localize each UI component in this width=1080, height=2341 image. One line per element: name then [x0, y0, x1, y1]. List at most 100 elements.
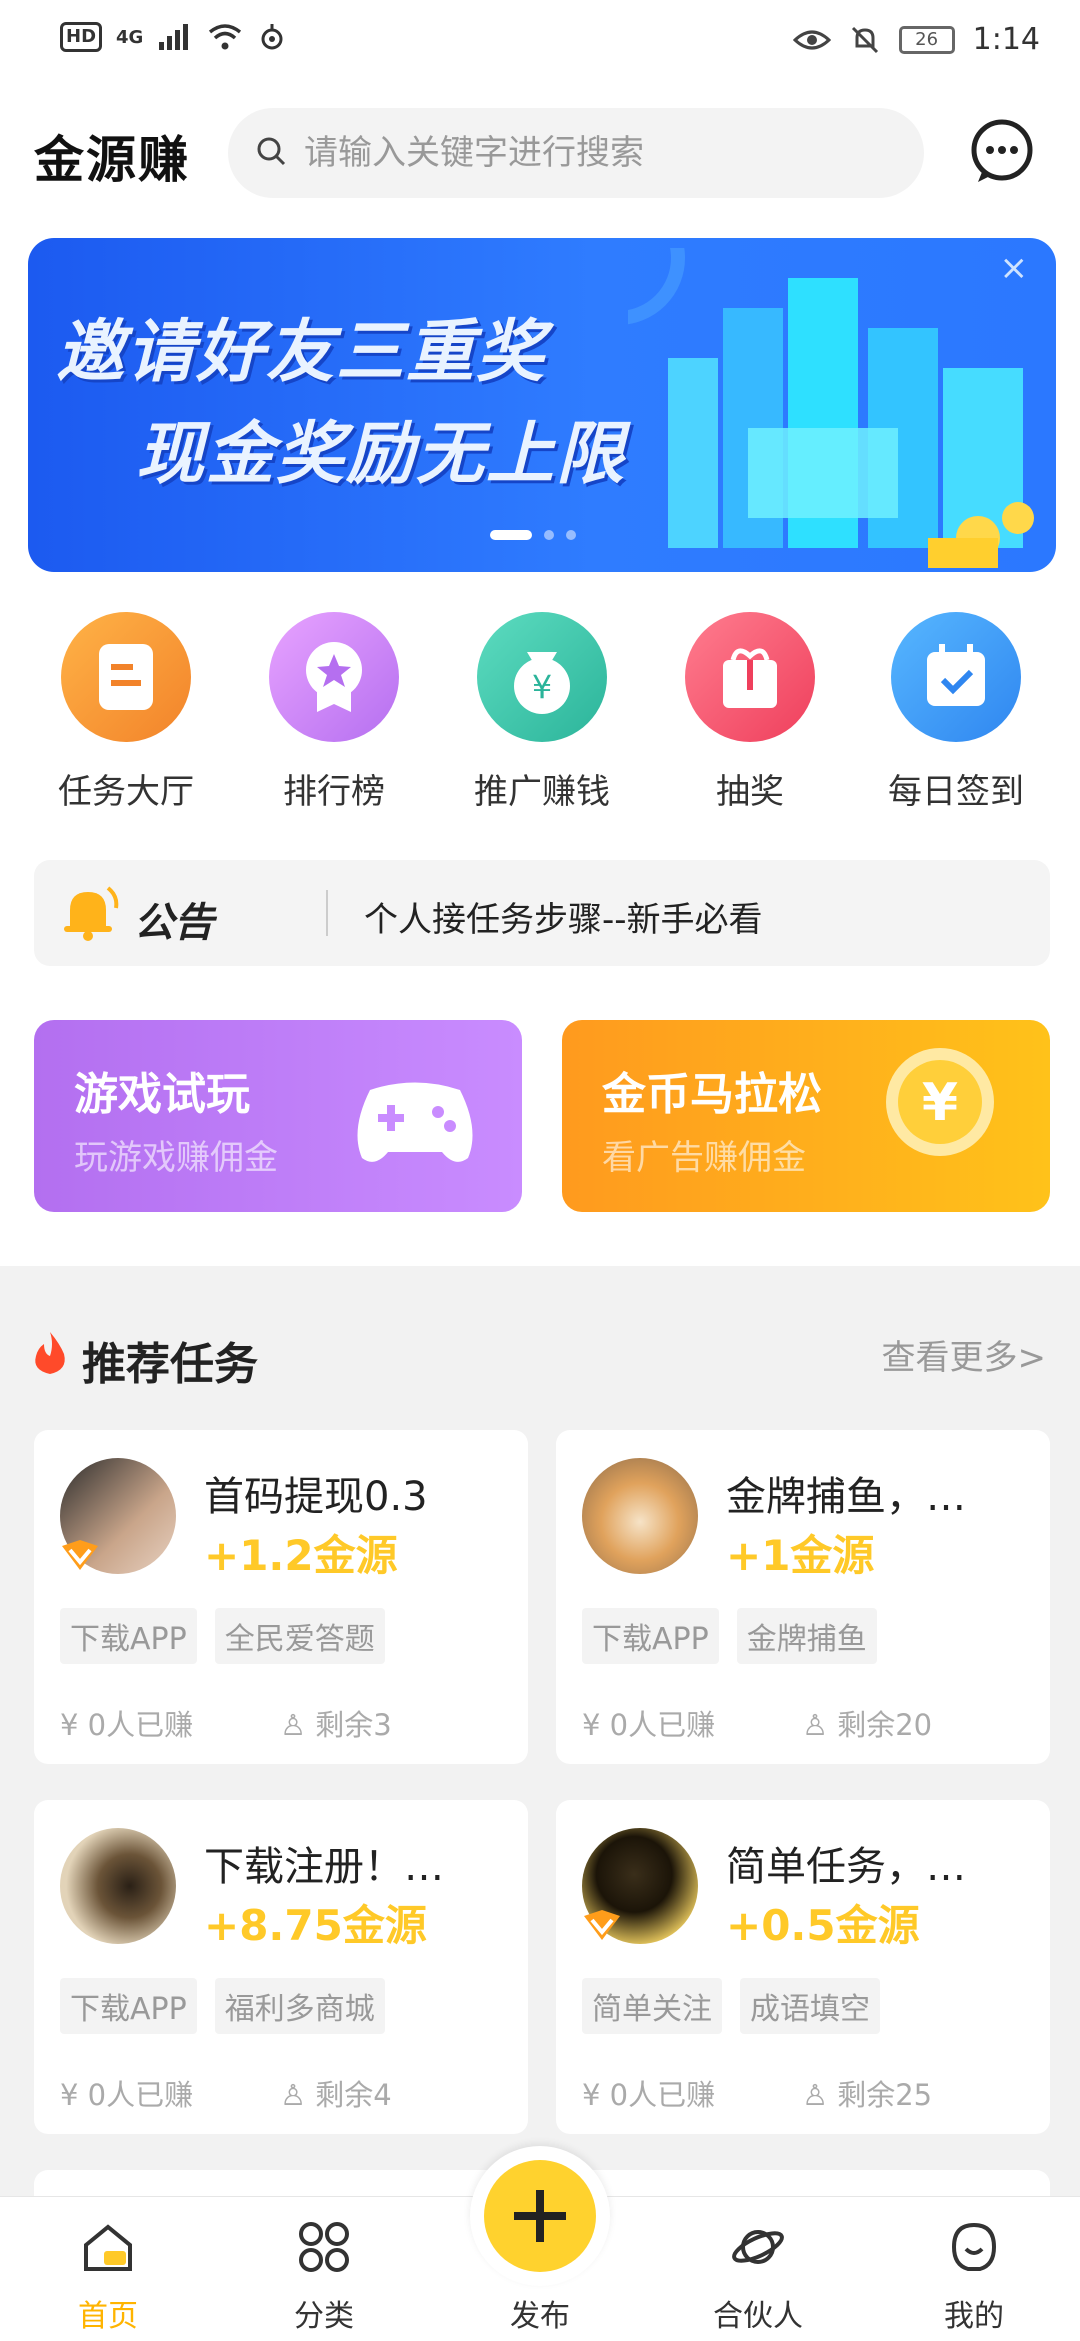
planet-icon — [732, 2230, 784, 2264]
coin-icon: ¥ — [886, 1048, 994, 1156]
quick-label: 抽奖 — [716, 772, 784, 812]
plus-icon — [514, 2190, 566, 2242]
money-bag-icon: ¥ — [477, 612, 607, 742]
nav-home[interactable]: 首页 — [38, 2197, 178, 2341]
quick-label: 每日签到 — [888, 772, 1024, 812]
task-card[interactable]: 简单任务，… +0.5金源 简单关注 成语填空 ¥ 0人已赚 ♙ 剩余25 — [556, 1800, 1050, 2134]
task-remaining: 剩余4 — [315, 2078, 392, 2112]
banner-line-2: 现金奖励无上限 — [136, 415, 627, 494]
publish-button[interactable] — [470, 2146, 610, 2286]
hd-icon: HD — [60, 22, 103, 52]
yuan-icon: ¥ — [60, 1708, 88, 1742]
task-title: 金牌捕鱼，… — [726, 1474, 966, 1520]
task-reward: +1金源 — [726, 1531, 875, 1580]
task-remaining: 剩余20 — [837, 1708, 933, 1742]
quick-label: 任务大厅 — [58, 772, 194, 812]
task-tags: 下载APP 全民爱答题 — [60, 1608, 385, 1664]
task-title: 下载注册！… — [204, 1844, 444, 1890]
banner-close-icon[interactable]: × — [1000, 248, 1029, 288]
task-earned: 0人已赚 — [609, 2078, 716, 2112]
user-icon: ♙ — [280, 2078, 316, 2112]
yuan-icon: ¥ — [60, 2078, 88, 2112]
publish-circle — [484, 2160, 596, 2272]
user-icon: ♙ — [280, 1708, 316, 1742]
task-earned: 0人已赚 — [87, 2078, 194, 2112]
announcement-bar[interactable]: 公告 个人接任务步骤--新手必看 — [34, 860, 1050, 966]
status-right: 26 1:14 — [792, 22, 1040, 57]
promo-subtitle: 玩游戏赚佣金 — [74, 1138, 278, 1178]
banner-dot[interactable] — [566, 530, 576, 540]
search-input[interactable] — [304, 108, 904, 198]
announcement-text[interactable]: 个人接任务步骤--新手必看 — [364, 892, 763, 941]
task-hall-icon — [61, 612, 191, 742]
quick-leaderboard[interactable]: 排行榜 — [254, 612, 414, 813]
task-remaining: 剩余3 — [315, 1708, 392, 1742]
promo-title: 金币马拉松 — [602, 1069, 822, 1120]
task-card[interactable]: 首码提现0.3 +1.2金源 下载APP 全民爱答题 ¥ 0人已赚 ♙ 剩余3 — [34, 1430, 528, 1764]
avatar — [582, 1458, 698, 1574]
nav-label: 分类 — [294, 2299, 354, 2334]
hotspot-icon — [261, 24, 283, 50]
quick-label: 排行榜 — [283, 772, 385, 812]
task-footer: ¥ 0人已赚 ♙ 剩余3 — [60, 1702, 500, 1744]
banner-city-illustration — [628, 248, 1034, 568]
task-reward: +1.2金源 — [204, 1531, 398, 1580]
coin-marathon-card[interactable]: 金币马拉松 看广告赚佣金 ¥ — [562, 1020, 1050, 1212]
nav-partner[interactable]: 合伙人 — [688, 2197, 828, 2341]
status-bar: HD 4G 26 1:14 — [0, 0, 1080, 80]
game-trial-card[interactable]: 游戏试玩 玩游戏赚佣金 — [34, 1020, 522, 1212]
task-title: 简单任务，… — [726, 1844, 966, 1890]
promo-title: 游戏试玩 — [74, 1069, 250, 1120]
nav-label: 首页 — [78, 2299, 138, 2334]
wifi-icon — [209, 24, 242, 50]
task-tag: 下载APP — [60, 1978, 197, 2034]
yuan-icon: ¥ — [582, 1708, 610, 1742]
quick-lottery[interactable]: 抽奖 — [670, 612, 830, 813]
mute-bell-icon — [851, 26, 878, 53]
nav-label: 发布 — [510, 2299, 570, 2334]
quick-label: 推广赚钱 — [474, 772, 610, 812]
message-icon[interactable] — [968, 118, 1036, 186]
app-logo: 金源赚 — [34, 131, 190, 189]
banner-dot[interactable] — [544, 530, 554, 540]
promo-banner[interactable]: 邀请好友三重奖 现金奖励无上限 × — [28, 238, 1056, 572]
nav-mine[interactable]: 我的 — [904, 2197, 1044, 2341]
task-footer: ¥ 0人已赚 ♙ 剩余20 — [582, 1702, 1022, 1744]
svg-text:¥: ¥ — [532, 668, 552, 706]
banner-dot[interactable] — [490, 530, 532, 540]
vip-badge-icon — [584, 1910, 620, 1940]
task-earned: 0人已赚 — [87, 1708, 194, 1742]
recommend-title: 推荐任务 — [82, 1339, 258, 1390]
task-reward: +8.75金源 — [204, 1901, 427, 1950]
search-icon — [257, 137, 286, 166]
task-card[interactable]: 下载注册！… +8.75金源 下载APP 福利多商城 ¥ 0人已赚 ♙ 剩余4 — [34, 1800, 528, 2134]
nav-label: 我的 — [944, 2299, 1004, 2334]
gift-icon — [685, 612, 815, 742]
task-tag: 简单关注 — [582, 1978, 722, 2034]
svg-text:¥: ¥ — [922, 1073, 958, 1133]
task-card[interactable]: 金牌捕鱼，… +1金源 下载APP 金牌捕鱼 ¥ 0人已赚 ♙ 剩余20 — [556, 1430, 1050, 1764]
task-tag: 下载APP — [60, 1608, 197, 1664]
search-bar[interactable] — [228, 108, 924, 198]
status-left: HD 4G — [60, 22, 287, 52]
task-tag: 金牌捕鱼 — [736, 1608, 877, 1664]
vip-badge-icon — [62, 1540, 98, 1570]
task-tag: 福利多商城 — [214, 1978, 385, 2034]
task-reward: +0.5金源 — [726, 1901, 920, 1950]
quick-promote[interactable]: ¥ 推广赚钱 — [462, 612, 622, 813]
nav-category[interactable]: 分类 — [254, 2197, 394, 2341]
yuan-icon: ¥ — [582, 2078, 610, 2112]
task-earned: 0人已赚 — [609, 1708, 716, 1742]
banner-pagination — [490, 530, 576, 540]
divider — [326, 890, 328, 936]
task-tag: 下载APP — [582, 1608, 719, 1664]
quick-checkin[interactable]: 每日签到 — [876, 612, 1036, 813]
nav-label: 合伙人 — [713, 2299, 803, 2334]
task-tags: 下载APP 福利多商城 — [60, 1978, 385, 2034]
task-tag: 全民爱答题 — [214, 1608, 385, 1664]
task-tags: 简单关注 成语填空 — [582, 1978, 880, 2034]
quick-task-hall[interactable]: 任务大厅 — [46, 612, 206, 813]
task-tag: 成语填空 — [740, 1978, 880, 2034]
calendar-icon — [891, 612, 1021, 742]
view-more-link[interactable]: 查看更多> — [882, 1330, 1047, 1379]
